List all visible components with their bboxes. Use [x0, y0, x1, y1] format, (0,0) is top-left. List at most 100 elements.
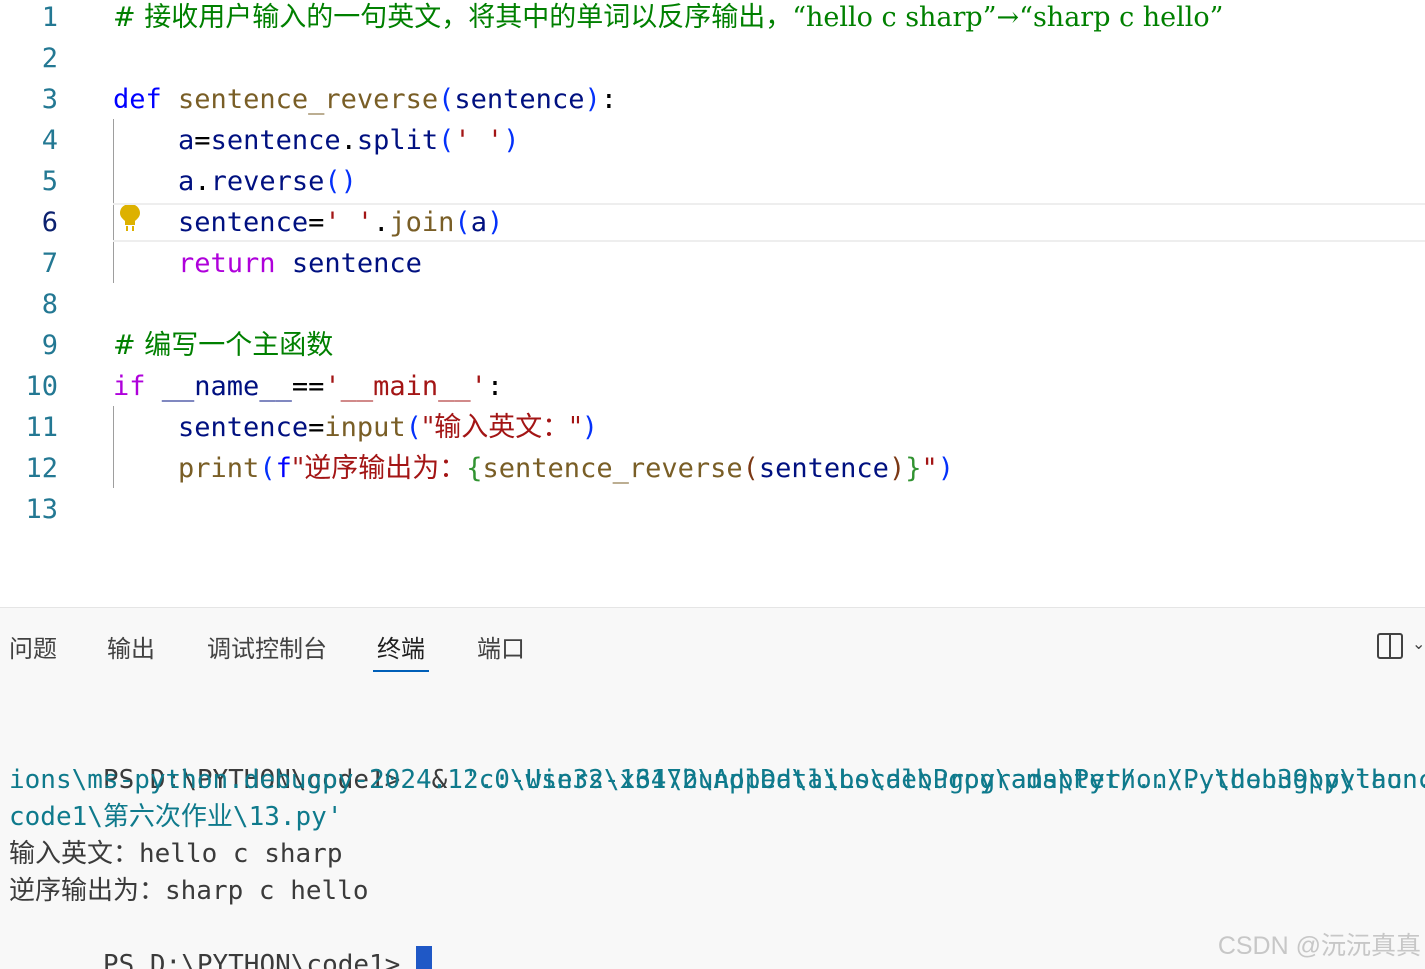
code-token: '__main__'	[324, 371, 487, 402]
code-token: split	[356, 125, 439, 156]
code-token: sentence	[454, 84, 585, 115]
code-line[interactable]: 3 def sentence_reverse(sentence):	[0, 79, 1425, 120]
tab-debug-console[interactable]: 调试控制台	[207, 632, 327, 672]
code-line[interactable]: 13	[0, 489, 1425, 530]
terminal-line: 输入英文：hello c sharp	[9, 839, 343, 869]
code-token: .	[194, 166, 211, 197]
code-text: # 编写一个主函数	[113, 325, 333, 366]
code-token: =	[308, 412, 325, 443]
terminal-prompt: PS D:\PYTHON\code1>	[102, 950, 416, 969]
code-token: :	[600, 84, 617, 115]
code-text: print(f"逆序输出为：{sentence_reverse(sentence…	[113, 448, 954, 489]
code-token: join	[389, 207, 455, 238]
code-token: a	[178, 166, 195, 197]
code-token: if	[113, 371, 146, 402]
code-token: sentence_reverse	[178, 84, 439, 115]
code-token: sentence_reverse	[482, 453, 743, 484]
code-text: def sentence_reverse(sentence):	[113, 79, 617, 120]
line-number: 9	[41, 330, 58, 361]
line-number: 3	[41, 84, 58, 115]
code-editor[interactable]: 1 # 接收用户输入的一句英文，将其中的单词以反序输出，“hello c shar…	[0, 0, 1425, 607]
code-line[interactable]: 9 # 编写一个主函数	[0, 325, 1425, 366]
code-token: )	[584, 84, 601, 115]
code-token: __name__	[161, 371, 292, 402]
code-token: )	[581, 412, 598, 443]
code-token: def	[113, 84, 162, 115]
code-token: ' '	[454, 125, 504, 156]
code-token: }	[905, 453, 922, 484]
code-line[interactable]: 7 return sentence	[0, 243, 1425, 284]
terminal-line: ions\ms-python.debugpy-2024.12.0-win32-x…	[9, 765, 1425, 795]
line-number: 1	[41, 2, 58, 33]
code-token: a	[178, 125, 195, 156]
code-line[interactable]: 2	[0, 38, 1425, 79]
line-number: 11	[25, 412, 58, 443]
code-token: )	[888, 453, 906, 484]
code-token: sentence	[210, 125, 341, 156]
code-token: sentence	[178, 207, 309, 238]
code-token: .	[373, 207, 390, 238]
tab-output[interactable]: 输出	[107, 632, 155, 672]
code-line[interactable]: 4 a=sentence.split(' ')	[0, 120, 1425, 161]
code-line[interactable]: 5 a.reverse()	[0, 161, 1425, 202]
code-token: (	[438, 84, 455, 115]
watermark: CSDN @沅沅真真	[1217, 932, 1421, 960]
code-token: ()	[324, 166, 357, 197]
code-token: =	[308, 207, 325, 238]
code-text: a.reverse()	[113, 161, 357, 202]
code-line[interactable]: 1 # 接收用户输入的一句英文，将其中的单词以反序输出，“hello c shar…	[0, 0, 1425, 38]
line-number: 8	[41, 289, 58, 320]
terminal-line: 逆序输出为：sharp c hello	[9, 876, 369, 906]
code-token: f	[275, 453, 292, 484]
code-token: # 编写一个主函数	[113, 330, 334, 361]
line-number: 10	[25, 371, 58, 402]
code-token: :	[486, 371, 504, 402]
split-editor-icon[interactable]	[1376, 632, 1404, 660]
code-token: (	[405, 412, 422, 443]
code-token: "	[921, 453, 938, 484]
tab-problems[interactable]: 问题	[9, 632, 57, 672]
terminal-cursor	[416, 945, 432, 969]
code-line[interactable]: 8	[0, 284, 1425, 325]
code-token: (	[742, 453, 759, 484]
code-line[interactable]: 10 if __name__=='__main__':	[0, 366, 1425, 407]
line-number: 2	[41, 43, 58, 74]
code-token: print	[178, 453, 260, 484]
code-token: ==	[291, 371, 325, 402]
code-token: .	[340, 125, 357, 156]
code-line[interactable]: 11 sentence=input("输入英文：")	[0, 407, 1425, 448]
code-text: a=sentence.split(' ')	[113, 120, 519, 161]
line-number: 6	[41, 207, 58, 238]
chevron-down-icon[interactable]: ⌄	[1412, 634, 1425, 658]
tab-terminal[interactable]: 终端	[373, 632, 429, 672]
code-token: input	[324, 412, 406, 443]
code-line[interactable]: 12 print(f"逆序输出为：{sentence_reverse(sente…	[0, 448, 1425, 489]
code-token: )	[486, 207, 504, 238]
code-text: # 接收用户输入的一句英文，将其中的单词以反序输出，“hello c sharp…	[113, 0, 1223, 38]
code-token: {	[466, 453, 483, 484]
code-token: (	[454, 207, 471, 238]
code-token: (	[259, 453, 276, 484]
code-token: sentence	[178, 412, 309, 443]
line-number: 13	[25, 494, 58, 525]
code-token: )	[503, 125, 520, 156]
code-text: sentence=input("输入英文：")	[113, 407, 598, 448]
terminal-line: code1\第六次作业\13.py'	[9, 802, 343, 832]
line-number: 7	[41, 248, 58, 279]
code-token: sentence	[291, 248, 422, 279]
code-token: =	[194, 125, 211, 156]
code-token: "输入英文："	[421, 412, 582, 443]
code-token: # 接收用户输入的一句英文，将其中的单词以反序输出，“hello c sharp…	[113, 2, 1224, 33]
tab-ports[interactable]: 端口	[477, 632, 525, 672]
code-line[interactable]: 6 sentence=' '.join(a)	[0, 202, 1425, 243]
code-token: ' '	[324, 207, 374, 238]
line-number: 4	[41, 125, 58, 156]
bottom-panel: 问题 输出 调试控制台 终端 端口 ⌄ PS D:\PYTHON\code1> …	[0, 607, 1425, 969]
